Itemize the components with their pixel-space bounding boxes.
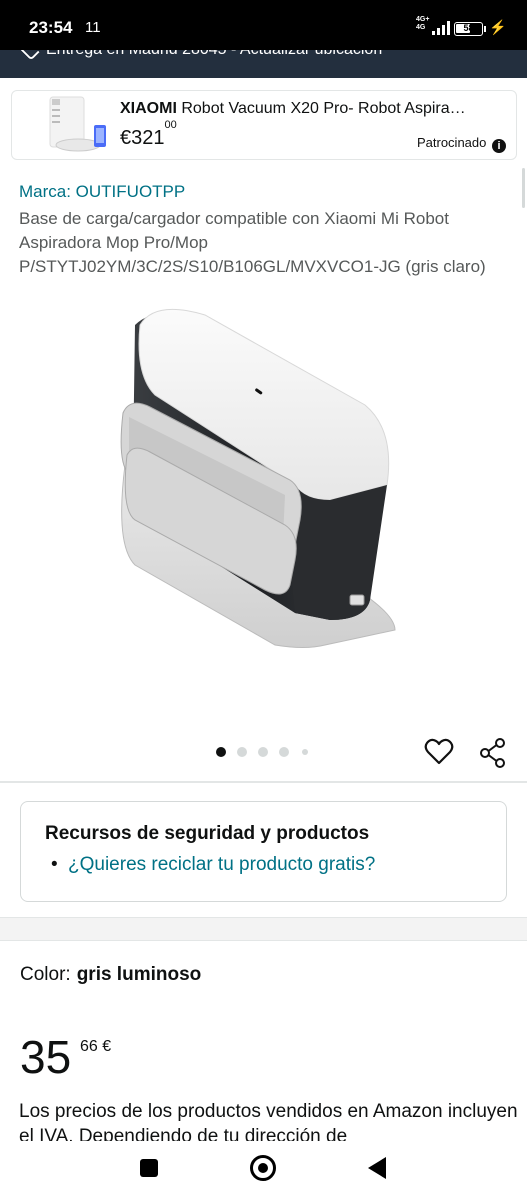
color-selection: Color: gris luminoso bbox=[20, 964, 201, 986]
battery-level: 58 bbox=[463, 23, 474, 33]
sponsored-product-image bbox=[49, 96, 106, 152]
divider bbox=[0, 781, 527, 783]
home-button[interactable] bbox=[250, 1155, 276, 1181]
battery-icon: 58 bbox=[454, 22, 483, 36]
delivery-bar[interactable]: Entrega en Madrid 28045 - Actualizar ubi… bbox=[0, 50, 527, 78]
sponsored-product-name: Robot Vacuum X20 Pro- Robot Aspira… bbox=[181, 100, 466, 117]
carousel-dot[interactable] bbox=[302, 749, 308, 755]
update-location-link[interactable]: Actualizar ubicación bbox=[240, 50, 382, 58]
sponsored-brand: XIAOMI bbox=[120, 100, 177, 117]
sponsored-price-whole: 321 bbox=[131, 127, 165, 149]
safety-title: Recursos de seguridad y productos bbox=[45, 823, 370, 844]
carousel-dot[interactable] bbox=[258, 747, 268, 757]
battery-tip bbox=[484, 26, 486, 32]
charging-icon: ⚡ bbox=[489, 19, 507, 35]
carousel-dot[interactable] bbox=[237, 747, 247, 757]
heart-icon[interactable] bbox=[424, 737, 454, 767]
status-notification-count: 11 bbox=[85, 19, 101, 36]
sponsored-label-text: Patrocinado bbox=[416, 135, 487, 150]
price-fraction: 66 € bbox=[80, 1038, 112, 1055]
network-type-top: 4G+ bbox=[416, 16, 430, 23]
product-title: Base de carga/cargador compatible con Xi… bbox=[19, 209, 486, 276]
bullet: • bbox=[51, 854, 58, 875]
scroll-indicator bbox=[522, 168, 525, 208]
status-bar: 23:54 11 4G+ 4G 58 ⚡ bbox=[0, 0, 527, 50]
system-nav-bar bbox=[0, 1141, 527, 1200]
delivery-location: Entrega en Madrid 28045 bbox=[46, 50, 227, 58]
sponsored-product-card[interactable]: XIAOMI Robot Vacuum X20 Pro- Robot Aspir… bbox=[11, 90, 517, 160]
location-icon bbox=[18, 50, 40, 61]
recent-apps-button[interactable] bbox=[140, 1159, 158, 1177]
sponsored-title[interactable]: XIAOMI Robot Vacuum X20 Pro- Robot Aspir… bbox=[120, 100, 500, 118]
delivery-text[interactable]: Entrega en Madrid 28045 - Actualizar ubi… bbox=[46, 50, 382, 59]
product-image[interactable] bbox=[95, 305, 435, 705]
section-divider bbox=[0, 917, 527, 941]
sponsored-price-fraction: 00 bbox=[164, 119, 177, 132]
color-label: Color: bbox=[20, 964, 71, 985]
network-type-bottom: 4G bbox=[416, 24, 426, 31]
price-whole: 35 bbox=[20, 1031, 72, 1083]
sponsored-price: €32100 bbox=[120, 119, 177, 150]
brand-link[interactable]: Marca: OUTIFUOTPP bbox=[19, 182, 185, 202]
back-button[interactable] bbox=[368, 1157, 386, 1179]
network-type: 4G+ 4G bbox=[416, 16, 429, 32]
status-time: 23:54 bbox=[29, 18, 73, 37]
iva-notice: Los precios de los productos vendidos en… bbox=[19, 1101, 518, 1141]
safety-resources-box: Recursos de seguridad y productos • ¿Qui… bbox=[20, 801, 507, 902]
share-icon[interactable] bbox=[478, 737, 508, 769]
sponsored-label[interactable]: Patrocinado i bbox=[417, 135, 506, 153]
carousel-dot[interactable] bbox=[279, 747, 289, 757]
sponsored-currency: € bbox=[120, 127, 132, 149]
recycle-link[interactable]: ¿Quieres reciclar tu producto gratis? bbox=[68, 854, 375, 876]
info-icon[interactable]: i bbox=[492, 139, 506, 153]
signal-icon bbox=[432, 21, 450, 35]
carousel-dot[interactable] bbox=[216, 747, 226, 757]
color-value: gris luminoso bbox=[76, 964, 202, 985]
